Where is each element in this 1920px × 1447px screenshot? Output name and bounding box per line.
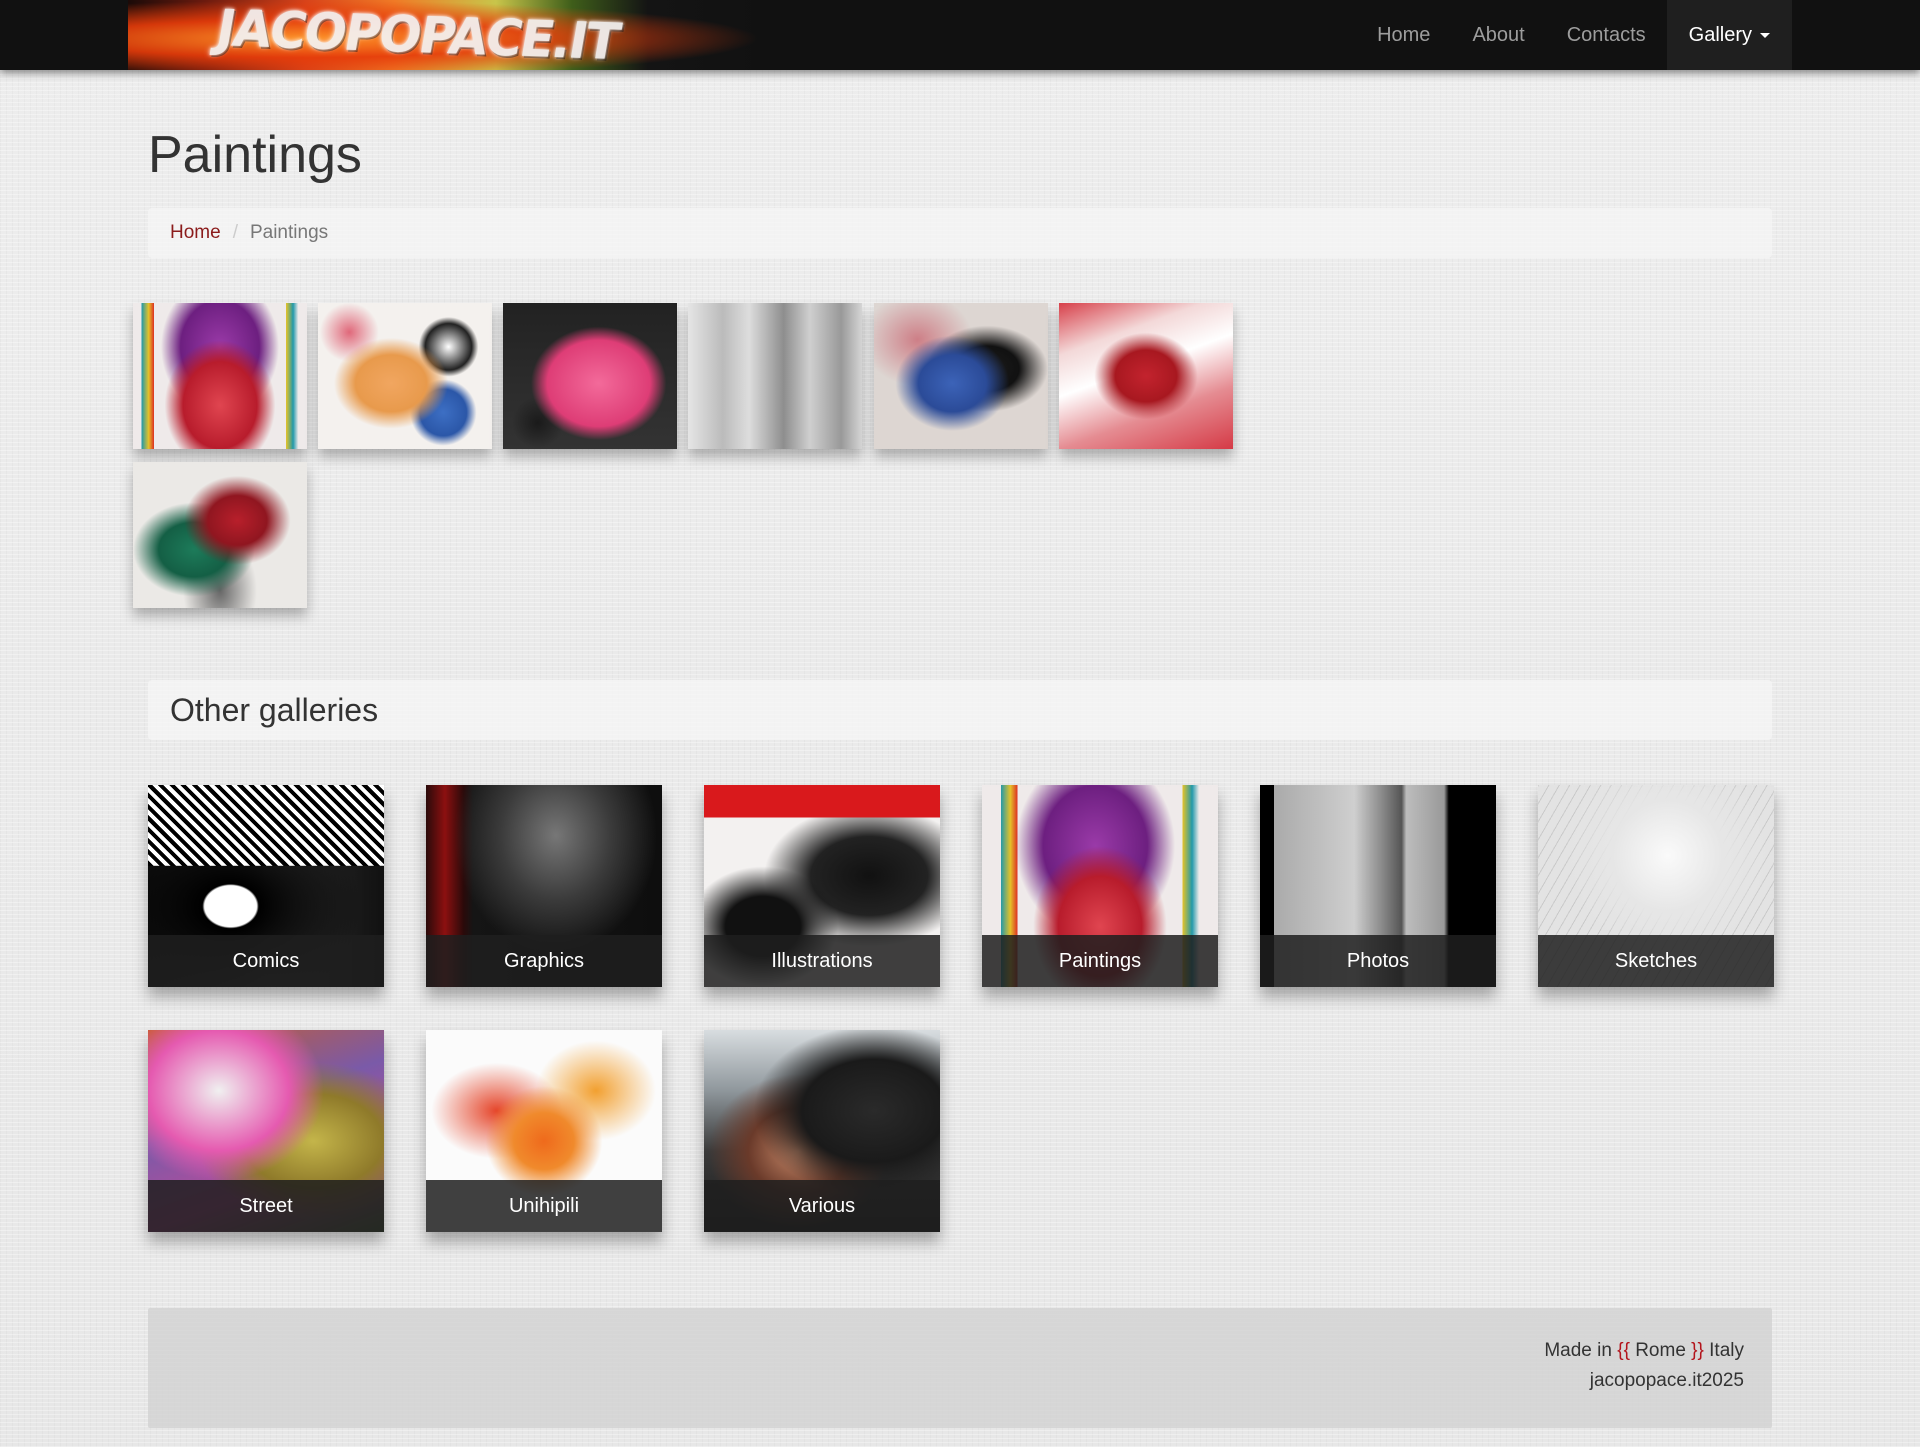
gallery-card-sketches[interactable]: Sketches (1538, 785, 1774, 987)
gallery-card-photos[interactable]: Photos (1260, 785, 1496, 987)
painting-thumbnail-3[interactable] (503, 303, 677, 449)
gallery-card-label: Illustrations (704, 935, 940, 987)
gallery-card-label: Sketches (1538, 935, 1774, 987)
breadcrumb: Home / Paintings (148, 208, 1772, 258)
footer-brace-close: }} (1691, 1340, 1704, 1361)
painting-thumbnail-6[interactable] (1059, 303, 1233, 449)
gallery-card-comics[interactable]: Comics (148, 785, 384, 987)
gallery-card-label: Street (148, 1180, 384, 1232)
gallery-card-label: Graphics (426, 935, 662, 987)
site-logo[interactable]: JACOPOPACE.IT (128, 0, 762, 70)
other-galleries-header: Other galleries (148, 680, 1772, 740)
breadcrumb-current: Paintings (249, 222, 329, 243)
page-title: Paintings (148, 126, 362, 184)
footer-made-in: Made in {{ Rome }} Italy (1544, 1340, 1744, 1362)
painting-thumbnail-4[interactable] (688, 303, 862, 449)
painting-thumbnail-2[interactable] (318, 303, 492, 449)
footer-brace-open: {{ (1617, 1340, 1630, 1361)
painting-thumbnail-5[interactable] (874, 303, 1048, 449)
section-title: Other galleries (170, 692, 379, 728)
nav-links: Home About Contacts Gallery (1356, 0, 1792, 70)
gallery-card-label: Paintings (982, 935, 1218, 987)
gallery-card-street[interactable]: Street (148, 1030, 384, 1232)
painting-thumbnail-7[interactable] (133, 462, 307, 608)
breadcrumb-home-link[interactable]: Home (170, 222, 221, 243)
gallery-card-graphics[interactable]: Graphics (426, 785, 662, 987)
footer: Made in {{ Rome }} Italy jacopopace.it20… (148, 1308, 1772, 1428)
footer-city: Rome (1629, 1340, 1692, 1361)
gallery-card-various[interactable]: Various (704, 1030, 940, 1232)
nav-gallery-dropdown[interactable]: Gallery (1666, 0, 1792, 70)
caret-down-icon (1760, 33, 1770, 39)
gallery-card-label: Various (704, 1180, 940, 1232)
nav-about[interactable]: About (1451, 0, 1545, 70)
nav-home[interactable]: Home (1356, 0, 1451, 70)
footer-copyright: jacopopace.it2025 (1589, 1370, 1744, 1391)
gallery-card-illustrations[interactable]: Illustrations (704, 785, 940, 987)
gallery-card-label: Comics (148, 935, 384, 987)
painting-thumbnail-1[interactable] (133, 303, 307, 449)
navbar: JACOPOPACE.IT Home About Contacts Galler… (0, 0, 1920, 70)
footer-country: Italy (1703, 1340, 1744, 1361)
gallery-card-paintings[interactable]: Paintings (982, 785, 1218, 987)
gallery-card-label: Unihipili (426, 1180, 662, 1232)
nav-contacts[interactable]: Contacts (1546, 0, 1667, 70)
breadcrumb-separator: / (232, 222, 238, 243)
gallery-card-unihipili[interactable]: Unihipili (426, 1030, 662, 1232)
nav-gallery-label: Gallery (1688, 24, 1752, 46)
gallery-card-label: Photos (1260, 935, 1496, 987)
logo-text: JACOPOPACE.IT (212, 0, 623, 70)
footer-made-in-prefix: Made in (1544, 1340, 1618, 1361)
